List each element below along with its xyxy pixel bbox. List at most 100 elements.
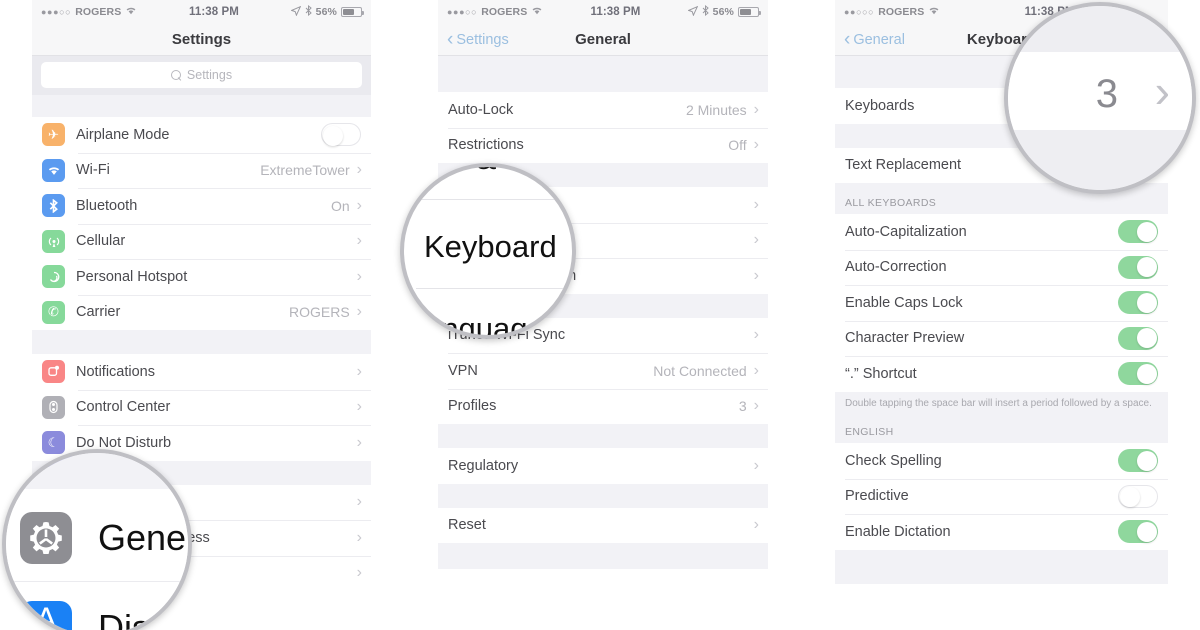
status-bar-right: 56% (289, 4, 364, 19)
chevron-right-icon: › (356, 267, 362, 285)
magnified-gap (6, 453, 188, 489)
row-label: Restrictions (448, 137, 524, 154)
status-bar: ●●●○○ ROGERS 11:38 PM 56% (438, 0, 768, 24)
list-item-predictive[interactable]: Predictive (835, 478, 1168, 514)
carrier-label: ROGERS (878, 6, 925, 18)
do-not-disturb-icon: ☾ (42, 431, 65, 455)
list-item-airplane-mode[interactable]: ✈ Airplane Mode (32, 117, 371, 153)
chevron-right-icon: › (356, 362, 362, 380)
row-label: Auto-Capitalization (845, 223, 967, 240)
row-label: Wi-Fi (76, 162, 110, 179)
character-preview-toggle[interactable] (1118, 326, 1158, 350)
tutorial-canvas: ●●●○○ ROGERS 11:38 PM 56% Settings Setti… (0, 0, 1200, 630)
status-bar-right: 56% (686, 4, 761, 19)
battery-percent-label: 56% (315, 6, 337, 18)
settings-group-connectivity: ✈ Airplane Mode Wi-Fi ExtremeTower › Blu… (32, 117, 371, 330)
list-item-enable-caps-lock[interactable]: Enable Caps Lock (835, 285, 1168, 321)
search-container: Settings (32, 56, 371, 95)
list-item-character-preview[interactable]: Character Preview (835, 320, 1168, 356)
section-header-english: ENGLISH (835, 421, 1168, 443)
general-group-reset: Reset › (438, 507, 768, 543)
airplane-mode-toggle[interactable] (321, 123, 361, 147)
battery-percent-label: 56% (712, 6, 734, 18)
control-center-icon (42, 395, 65, 419)
settings-group-notifications: Notifications › Control Center › ☾ Do No… (32, 354, 371, 461)
carrier-icon: ✆ (42, 300, 65, 324)
row-label: Predictive (845, 488, 909, 505)
search-placeholder: Settings (186, 68, 233, 82)
chevron-right-icon: › (356, 398, 362, 416)
list-item-enable-dictation[interactable]: Enable Dictation (835, 514, 1168, 550)
list-item-control-center[interactable]: Control Center › (32, 389, 371, 425)
row-value: On (330, 197, 350, 214)
list-item-cellular[interactable]: Cellular › (32, 223, 371, 259)
general-group-regulatory: Regulatory › (438, 448, 768, 484)
enable-caps-lock-toggle[interactable] (1118, 291, 1158, 315)
row-label: Airplane Mode (76, 126, 170, 143)
row-value: 2 Minutes (685, 101, 747, 118)
chevron-right-icon: › (753, 136, 759, 154)
keyboard-group-all: Auto-Capitalization Auto-Correction Enab… (835, 214, 1168, 392)
magnified-label-language: anguag (424, 311, 528, 339)
carrier-label: ROGERS (75, 6, 122, 18)
period-shortcut-toggle[interactable] (1118, 362, 1158, 386)
signal-dots-icon: ●●●○○ (41, 7, 72, 17)
list-item-notifications[interactable]: Notifications › (32, 354, 371, 390)
list-item-regulatory[interactable]: Regulatory › (438, 448, 768, 484)
wifi-icon (531, 6, 543, 18)
list-item-carrier[interactable]: ✆ Carrier ROGERS › (32, 294, 371, 330)
row-label: Profiles (448, 398, 497, 415)
search-input[interactable]: Settings (41, 62, 362, 88)
battery-icon (738, 7, 761, 17)
section-gap (32, 95, 371, 117)
row-label: Enable Dictation (845, 523, 951, 540)
list-item-check-spelling[interactable]: Check Spelling (835, 443, 1168, 479)
magnifier-keyboards-count: 3 › (1004, 2, 1196, 194)
list-item-auto-correction[interactable]: Auto-Correction (835, 249, 1168, 285)
bluetooth-icon (42, 194, 65, 218)
chevron-right-icon: › (356, 232, 362, 250)
chevron-right-icon: › (356, 493, 362, 511)
notifications-icon (42, 360, 65, 384)
list-item-personal-hotspot[interactable]: Personal Hotspot › (32, 259, 371, 295)
section-gap (438, 424, 768, 448)
status-bar-time: 11:38 PM (188, 6, 239, 18)
magnified-label-keyboard: Keyboard (424, 229, 557, 264)
row-label: Carrier (76, 304, 121, 321)
row-label: VPN (448, 362, 478, 379)
back-label: General (853, 31, 905, 48)
bluetooth-icon (305, 4, 312, 19)
list-item-period-shortcut[interactable]: “.” Shortcut (835, 356, 1168, 392)
magnified-gap-bottom (1008, 130, 1192, 190)
keyboard-group-english: Check Spelling Predictive Enable Dictati… (835, 443, 1168, 550)
chevron-right-icon: › (753, 456, 759, 474)
row-label: Bluetooth (76, 197, 138, 214)
list-item-auto-capitalization[interactable]: Auto-Capitalization (835, 214, 1168, 250)
predictive-toggle[interactable] (1118, 484, 1158, 508)
row-label: “.” Shortcut (845, 365, 917, 382)
list-item-vpn[interactable]: VPN Not Connected › (438, 353, 768, 389)
list-item-auto-lock[interactable]: Auto-Lock 2 Minutes › (438, 92, 768, 128)
back-button-settings[interactable]: ‹ Settings (447, 30, 509, 49)
list-item-restrictions[interactable]: Restrictions Off › (438, 127, 768, 163)
row-label: Personal Hotspot (76, 268, 188, 285)
status-bar: ●●●○○ ROGERS 11:38 PM 56% (32, 0, 371, 24)
auto-correction-toggle[interactable] (1118, 255, 1158, 279)
check-spelling-toggle[interactable] (1118, 449, 1158, 473)
search-icon (170, 69, 182, 81)
row-divider (416, 199, 572, 200)
list-item-bluetooth[interactable]: Bluetooth On › (32, 188, 371, 224)
list-item-reset[interactable]: Reset › (438, 507, 768, 543)
auto-capitalization-toggle[interactable] (1118, 220, 1158, 244)
list-item-wifi[interactable]: Wi-Fi ExtremeTower › (32, 152, 371, 188)
back-button-general[interactable]: ‹ General (844, 30, 905, 49)
section-gap (438, 543, 768, 569)
chevron-right-icon: › (356, 564, 362, 582)
row-value: 3 (738, 398, 747, 415)
nav-bar-settings: Settings (32, 24, 371, 56)
magnified-gap-top (1008, 6, 1192, 52)
list-item-profiles[interactable]: Profiles 3 › (438, 388, 768, 424)
magnifier-general: Gener A Dis (2, 449, 192, 630)
row-label: Do Not Disturb (76, 434, 172, 451)
enable-dictation-toggle[interactable] (1118, 520, 1158, 544)
